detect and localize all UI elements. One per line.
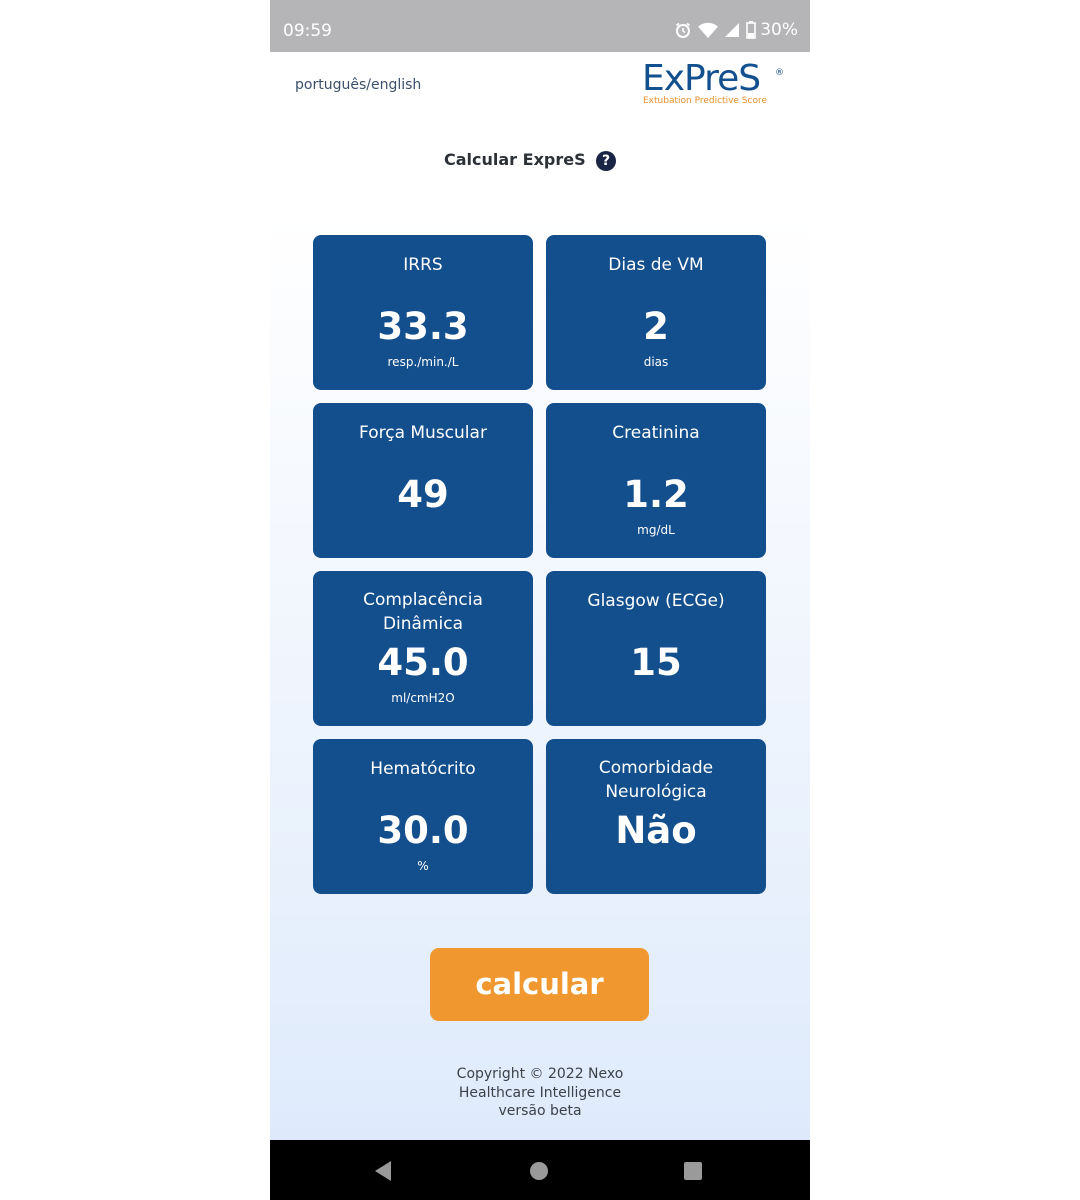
card-label: Hematócrito xyxy=(370,759,476,779)
signal-icon xyxy=(724,22,740,38)
card-label: Complacência Dinâmica xyxy=(363,590,483,634)
footer: Copyright © 2022 Nexo Healthcare Intelli… xyxy=(270,1065,810,1121)
card-label: IRRS xyxy=(403,255,443,275)
card-hematocrito[interactable]: Hematócrito 30.0 % xyxy=(313,739,533,894)
card-label: Dias de VM xyxy=(608,255,704,275)
card-unit: resp./min./L xyxy=(387,355,459,369)
card-creatinina[interactable]: Creatinina 1.2 mg/dL xyxy=(546,403,766,558)
card-unit: mg/dL xyxy=(637,523,675,537)
status-icons: 30% xyxy=(674,19,798,41)
parameter-grid: IRRS 33.3 resp./min./L Dias de VM 2 dias… xyxy=(313,235,766,894)
logo-registered-mark: ® xyxy=(775,68,784,78)
navigation-bar xyxy=(270,1140,810,1200)
recents-icon[interactable] xyxy=(680,1158,706,1184)
status-time: 09:59 xyxy=(283,21,332,41)
card-value: Não xyxy=(615,809,697,852)
battery-icon xyxy=(746,21,757,39)
title-row: Calcular ExpreS ? xyxy=(270,148,810,176)
card-value: 2 xyxy=(643,305,669,348)
copyright-line-1: Copyright © 2022 Nexo xyxy=(456,1066,624,1082)
wifi-icon xyxy=(698,22,719,39)
logo-wordmark: ExPreS xyxy=(642,58,761,99)
version-label: versão beta xyxy=(498,1103,582,1119)
card-forca-muscular[interactable]: Força Muscular 49 xyxy=(313,403,533,558)
copyright-line-2: Healthcare Intelligence xyxy=(458,1084,622,1101)
card-unit: dias xyxy=(643,355,669,369)
language-toggle-link[interactable]: português/english xyxy=(295,77,421,93)
card-label: Glasgow (ECGe) xyxy=(587,591,725,611)
card-complacencia-dinamica[interactable]: Complacência Dinâmica 45.0 ml/cmH2O xyxy=(313,571,533,726)
card-value: 30.0 xyxy=(377,809,469,852)
home-icon[interactable] xyxy=(526,1158,552,1184)
expres-logo: ExPreS ® Extubation Predictive Score xyxy=(642,58,792,110)
card-comorbidade-neurologica[interactable]: Comorbidade Neurológica Não xyxy=(546,739,766,894)
card-value: 49 xyxy=(397,473,449,516)
page-title: Calcular ExpreS xyxy=(444,150,586,169)
back-icon[interactable] xyxy=(371,1158,397,1184)
logo-tagline: Extubation Predictive Score xyxy=(643,96,768,106)
help-icon[interactable]: ? xyxy=(596,151,616,171)
app-screen: 09:59 30% português/english ExPreS ® Ext… xyxy=(270,0,810,1200)
card-value: 33.3 xyxy=(377,305,469,348)
card-label: Creatinina xyxy=(612,423,700,443)
calculate-button[interactable]: calcular xyxy=(430,948,649,1021)
card-unit: ml/cmH2O xyxy=(391,691,455,705)
status-bar: 09:59 30% xyxy=(270,0,810,52)
battery-percentage: 30% xyxy=(760,20,798,40)
card-value: 1.2 xyxy=(623,473,689,516)
card-label: Força Muscular xyxy=(359,423,487,443)
alarm-icon xyxy=(674,21,692,39)
card-irrs[interactable]: IRRS 33.3 resp./min./L xyxy=(313,235,533,390)
card-glasgow-ecge[interactable]: Glasgow (ECGe) 15 xyxy=(546,571,766,726)
card-value: 15 xyxy=(630,641,682,684)
card-unit: % xyxy=(417,859,429,873)
card-dias-de-vm[interactable]: Dias de VM 2 dias xyxy=(546,235,766,390)
card-value: 45.0 xyxy=(377,641,469,684)
card-label: Comorbidade Neurológica xyxy=(598,758,714,802)
